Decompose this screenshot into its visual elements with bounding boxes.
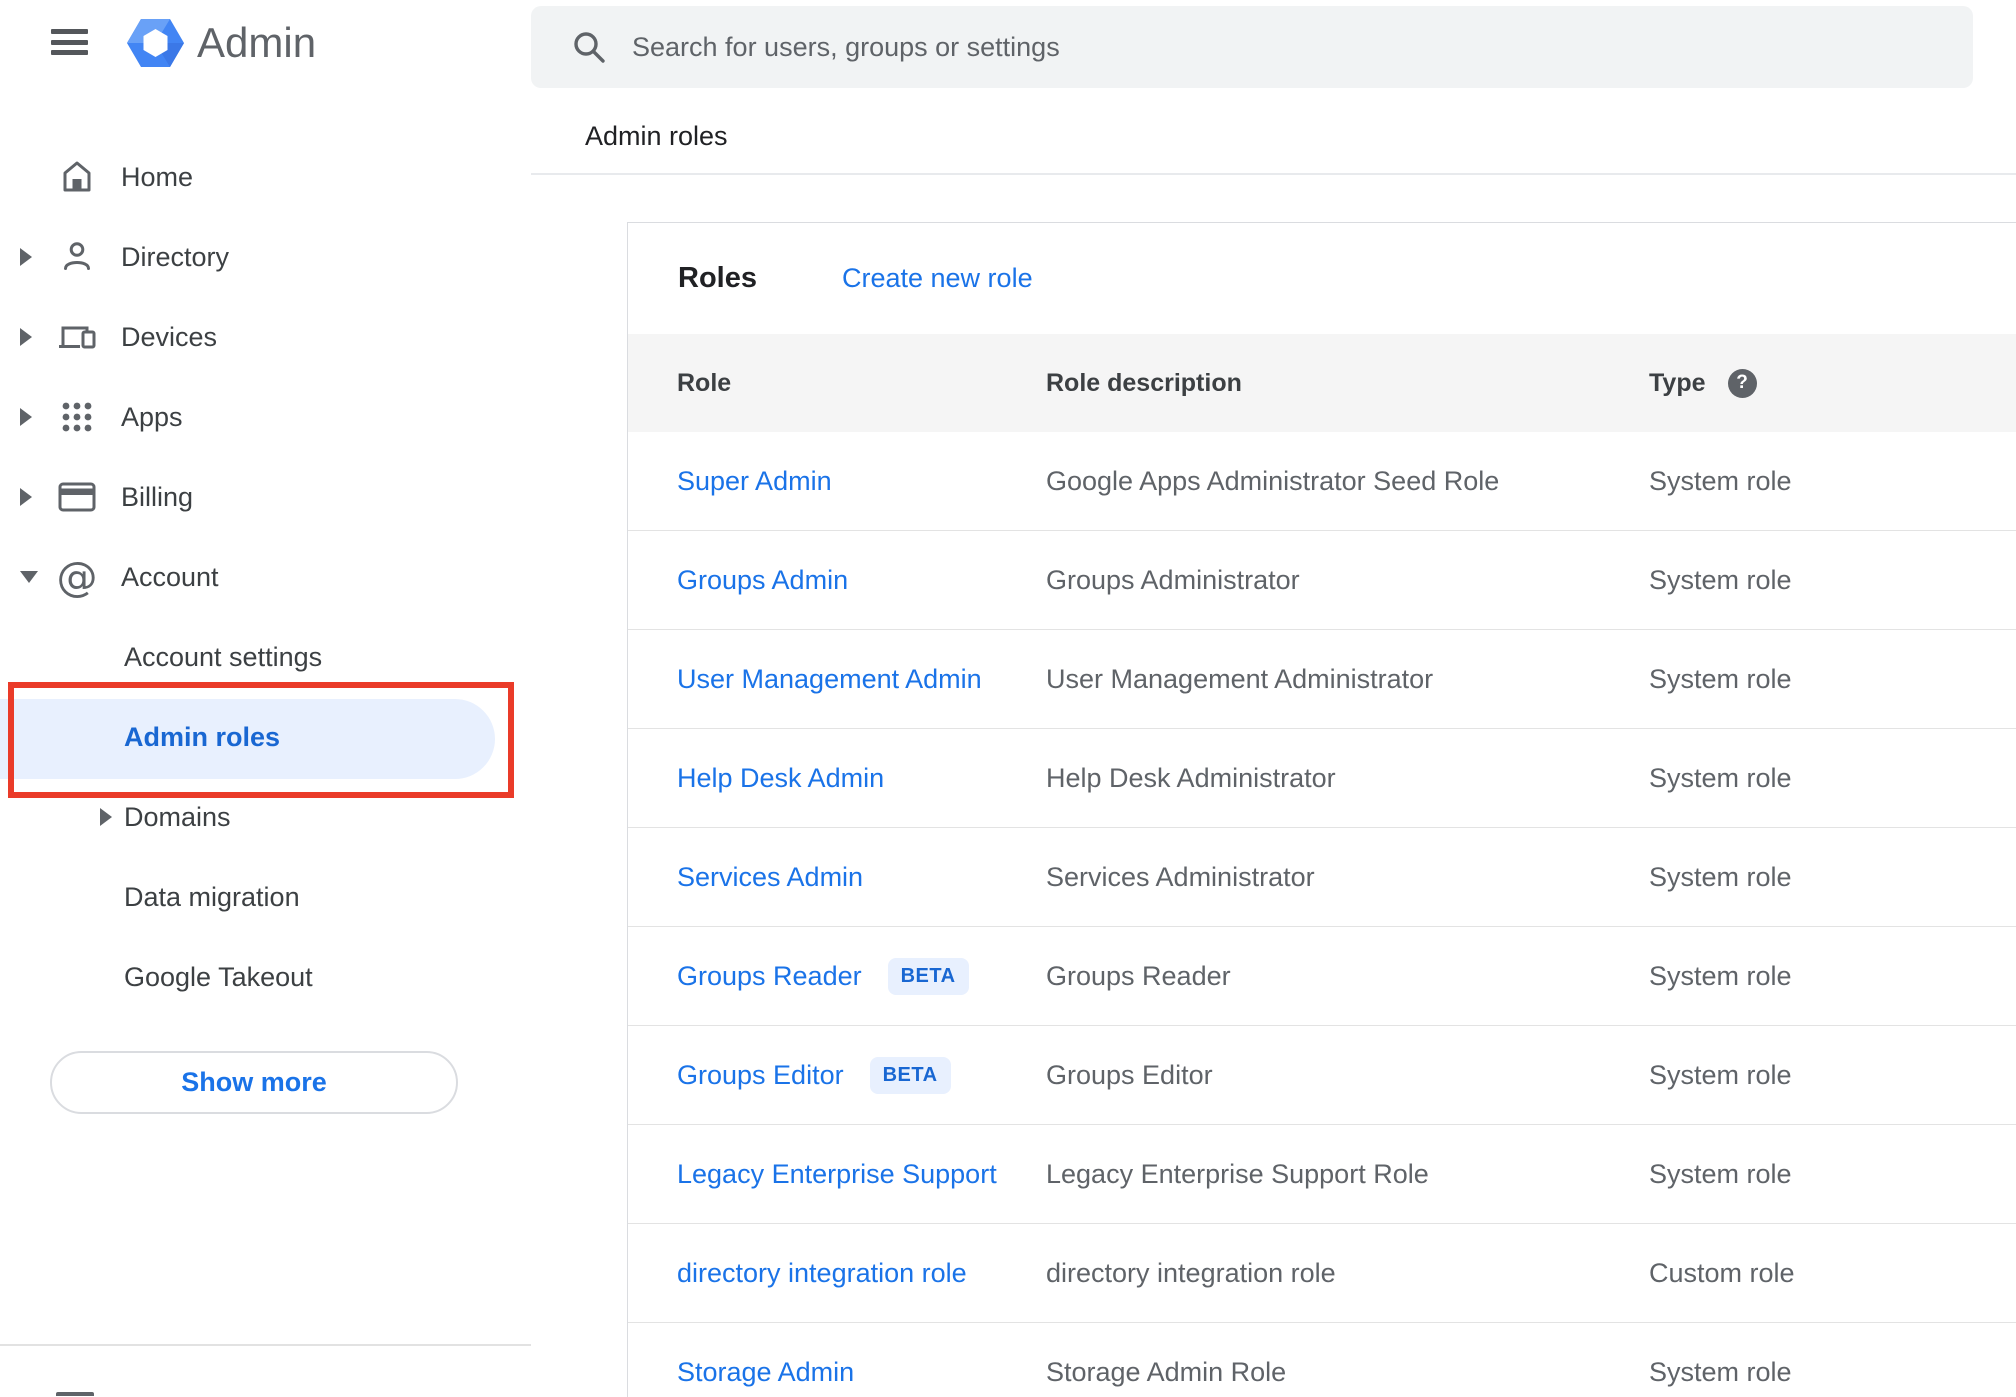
table-row: Legacy Enterprise Support Legacy Enterpri… — [628, 1125, 2016, 1224]
role-description: Groups Administrator — [1046, 564, 1300, 595]
role-type: System role — [1649, 465, 1792, 496]
role-link[interactable]: Storage Admin — [677, 1357, 854, 1388]
role-description: directory integration role — [1046, 1257, 1336, 1288]
card-title: Roles — [678, 262, 757, 294]
beta-badge: BETA — [887, 957, 969, 995]
table-row: directory integration role directory inte… — [628, 1224, 2016, 1323]
sidebar-item-label: Home — [121, 161, 194, 192]
role-link[interactable]: Legacy Enterprise Support — [677, 1159, 997, 1190]
role-type: System role — [1649, 663, 1792, 694]
role-description: Storage Admin Role — [1046, 1356, 1287, 1387]
role-description: User Management Administrator — [1046, 663, 1434, 694]
role-description: Groups Reader — [1046, 960, 1231, 991]
sidebar-item-account[interactable]: @ Account — [0, 547, 531, 607]
search-bar[interactable] — [531, 6, 1973, 88]
table-row: User Management Admin User Management Adm… — [628, 630, 2016, 729]
sidebar-item-label: Apps — [121, 401, 183, 432]
column-header-role-description: Role description — [1046, 368, 1242, 397]
sidebar-item-label: Data migration — [124, 881, 300, 912]
sidebar-item-label: Devices — [121, 321, 218, 352]
role-link[interactable]: Groups Reader — [677, 961, 862, 992]
billing-icon — [57, 477, 97, 517]
column-header-type: Type — [1649, 368, 1706, 397]
sidebar-item-domains[interactable]: Domains — [0, 787, 531, 847]
apps-icon — [57, 397, 97, 437]
sidebar-item-label: Google Takeout — [124, 961, 313, 992]
roles-card-header: Roles Create new role — [628, 223, 2016, 334]
role-link[interactable]: Services Admin — [677, 862, 863, 893]
sidebar-item-account-settings[interactable]: Account settings — [0, 627, 531, 687]
sidebar-item-label: Billing — [121, 481, 194, 512]
sidebar-item-data-migration[interactable]: Data migration — [0, 867, 531, 927]
role-type: System role — [1649, 564, 1792, 595]
table-row: Super Admin Google Apps Administrator See… — [628, 432, 2016, 531]
table-row: Services Admin Services Administrator Syst… — [628, 828, 2016, 927]
sidebar-item-apps[interactable]: Apps — [0, 387, 531, 447]
sidebar-item-label: Account settings — [124, 641, 323, 672]
account-icon: @ — [56, 553, 98, 601]
sidebar-item-label: Account — [121, 561, 219, 592]
expand-arrow-icon[interactable] — [20, 408, 32, 426]
role-description: Legacy Enterprise Support Role — [1046, 1158, 1429, 1189]
role-type: System role — [1649, 1059, 1792, 1090]
table-row: Groups Editor BETA Groups Editor System rol… — [628, 1026, 2016, 1125]
clipped-nav-icon — [56, 1392, 94, 1396]
show-more-button[interactable]: Show more — [50, 1051, 458, 1114]
sidebar-item-label: Domains — [124, 801, 231, 832]
app-title: Admin — [197, 19, 317, 66]
collapse-arrow-icon[interactable] — [20, 571, 38, 583]
sidebar-item-label: Admin roles — [124, 721, 281, 752]
table-row: Groups Admin Groups Administrator System r… — [628, 531, 2016, 630]
table-row: Storage Admin Storage Admin Role System ro… — [628, 1323, 2016, 1397]
role-description: Help Desk Administrator — [1046, 762, 1336, 793]
sidebar-item-devices[interactable]: Devices — [0, 307, 531, 367]
role-link[interactable]: Help Desk Admin — [677, 763, 884, 794]
directory-icon — [57, 237, 97, 277]
table-row: Help Desk Admin Help Desk Administrator Sy… — [628, 729, 2016, 828]
hamburger-menu-icon[interactable] — [51, 29, 88, 55]
sidebar-item-admin-roles[interactable]: Admin roles — [0, 707, 531, 767]
beta-badge: BETA — [869, 1056, 951, 1094]
expand-arrow-icon[interactable] — [20, 488, 32, 506]
role-type: System role — [1649, 960, 1792, 991]
search-icon — [574, 32, 605, 63]
expand-arrow-icon[interactable] — [100, 808, 112, 826]
role-description: Groups Editor — [1046, 1059, 1213, 1090]
role-type: System role — [1649, 762, 1792, 793]
home-icon — [57, 157, 97, 197]
role-type: System role — [1649, 1356, 1792, 1387]
role-type: System role — [1649, 1158, 1792, 1189]
table-header-row: Role Role description Type ? — [628, 334, 2016, 432]
role-link[interactable]: Super Admin — [677, 466, 832, 497]
sidebar: Admin Home Directory Devices Apps Billing @ Ac… — [0, 0, 531, 1396]
help-question-icon[interactable]: ? — [1727, 368, 1757, 398]
breadcrumb-divider — [531, 173, 2016, 175]
roles-card: Roles Create new role Role Role descript… — [627, 222, 2016, 1397]
sidebar-item-label: Directory — [121, 241, 230, 272]
sidebar-item-home[interactable]: Home — [0, 147, 531, 207]
expand-arrow-icon[interactable] — [20, 328, 32, 346]
sidebar-item-google-takeout[interactable]: Google Takeout — [0, 947, 531, 1007]
sidebar-item-directory[interactable]: Directory — [0, 227, 531, 287]
breadcrumb: Admin roles — [585, 121, 728, 151]
sidebar-divider — [0, 1344, 531, 1346]
sidebar-item-billing[interactable]: Billing — [0, 467, 531, 527]
role-description: Google Apps Administrator Seed Role — [1046, 465, 1500, 496]
admin-hexagon-logo — [127, 16, 184, 70]
role-link[interactable]: Groups Admin — [677, 565, 848, 596]
role-link[interactable]: Groups Editor — [677, 1060, 844, 1091]
role-description: Services Administrator — [1046, 861, 1315, 892]
create-new-role-link[interactable]: Create new role — [842, 263, 1033, 294]
role-link[interactable]: User Management Admin — [677, 664, 982, 695]
search-input[interactable] — [630, 30, 1834, 64]
table-row: Groups Reader BETA Groups Reader System rol… — [628, 927, 2016, 1026]
column-header-role: Role — [677, 368, 732, 397]
role-type: Custom role — [1649, 1257, 1795, 1288]
role-type: System role — [1649, 861, 1792, 892]
table-body: Super Admin Google Apps Administrator See… — [628, 432, 2016, 1397]
role-link[interactable]: directory integration role — [677, 1258, 967, 1289]
devices-icon — [57, 317, 97, 357]
expand-arrow-icon[interactable] — [20, 248, 32, 266]
